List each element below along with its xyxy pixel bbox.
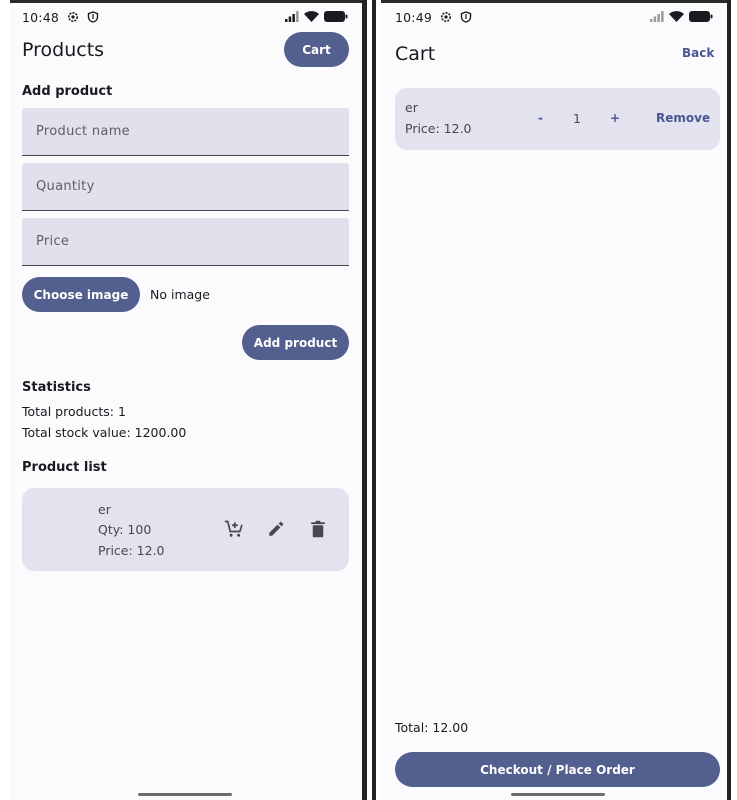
status-time: 10:48: [22, 9, 60, 25]
settings-icon: [440, 11, 452, 23]
delete-icon[interactable]: [307, 518, 329, 540]
page-title: Cart: [395, 43, 436, 65]
signal-icon: [285, 10, 299, 25]
total-products: Total products: 1: [22, 404, 126, 419]
choose-image-button[interactable]: Choose image: [22, 277, 140, 312]
cart-screen: 10:49 Cart Back er Price: 12.0 - 1 + Rem…: [381, 0, 727, 800]
cart-button[interactable]: Cart: [284, 32, 349, 67]
remove-button[interactable]: Remove: [656, 111, 710, 125]
quantity-field[interactable]: [22, 163, 349, 211]
cart-item-name: er: [405, 100, 418, 115]
product-name-input[interactable]: [22, 108, 349, 155]
shield-icon: [460, 11, 472, 23]
product-list-heading: Product list: [22, 460, 107, 475]
add-product-heading: Add product: [22, 84, 113, 99]
increment-button[interactable]: +: [610, 111, 620, 125]
cart-item-price: Price: 12.0: [405, 121, 472, 136]
shield-icon: [87, 11, 99, 23]
product-card: er Qty: 100 Price: 12.0: [22, 488, 349, 571]
home-indicator: [511, 793, 605, 796]
cart-item-quantity: 1: [573, 111, 581, 126]
back-button[interactable]: Back: [682, 46, 714, 60]
home-indicator: [138, 793, 232, 796]
decrement-button[interactable]: -: [538, 111, 543, 125]
edit-icon[interactable]: [265, 518, 287, 540]
product-name-field[interactable]: [22, 108, 349, 156]
left-margin: [0, 0, 10, 800]
wifi-icon: [669, 10, 684, 25]
wifi-icon: [304, 10, 319, 25]
product-qty: Qty: 100: [98, 522, 152, 537]
checkout-button[interactable]: Checkout / Place Order: [395, 752, 720, 787]
statistics-heading: Statistics: [22, 380, 91, 395]
add-to-cart-icon[interactable]: [223, 518, 245, 540]
battery-icon: [689, 10, 713, 25]
total-stock-value: Total stock value: 1200.00: [22, 425, 187, 440]
product-price: Price: 12.0: [98, 543, 165, 558]
cart-item-card: er Price: 12.0 - 1 + Remove: [395, 88, 720, 150]
status-bar: 10:49: [395, 8, 713, 26]
signal-icon: [650, 10, 664, 25]
page-title: Products: [22, 39, 105, 61]
screen-divider: [372, 0, 376, 800]
products-screen: 10:48 Products Cart Add product Choose: [10, 0, 362, 800]
product-name: er: [98, 502, 111, 517]
price-input[interactable]: [22, 218, 349, 265]
image-status: No image: [150, 287, 210, 302]
right-margin: [731, 0, 737, 800]
battery-icon: [324, 10, 348, 25]
quantity-input[interactable]: [22, 163, 349, 210]
status-time: 10:49: [395, 9, 433, 25]
price-field[interactable]: [22, 218, 349, 266]
add-product-button[interactable]: Add product: [242, 325, 349, 360]
status-bar: 10:48: [22, 8, 348, 26]
cart-total: Total: 12.00: [395, 720, 469, 735]
settings-icon: [67, 11, 79, 23]
